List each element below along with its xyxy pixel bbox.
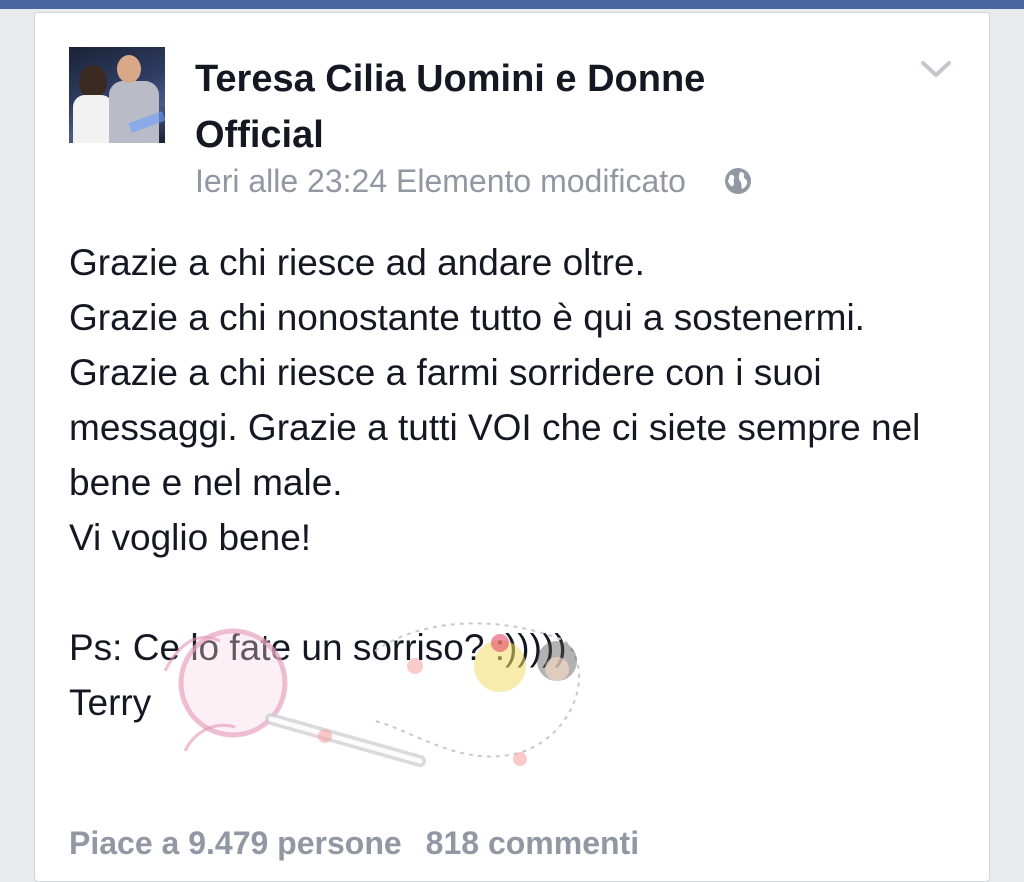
likes-count[interactable]: Piace a 9.479 persone xyxy=(69,825,402,861)
edited-label[interactable]: Elemento modificato xyxy=(396,163,686,199)
post-meta: Ieri alle 23:24 Elemento modificato xyxy=(195,161,753,201)
page-name-link[interactable]: Teresa Cilia Uomini e Donne Official xyxy=(195,51,795,163)
globe-icon xyxy=(724,168,751,194)
post-timestamp[interactable]: Ieri alle 23:24 xyxy=(195,163,387,199)
post-body-text: Grazie a chi riesce ad andare oltre. Gra… xyxy=(69,242,921,723)
avatar-person-2-head xyxy=(117,55,141,83)
post-footer: Piace a 9.479 persone 818 commenti xyxy=(69,821,639,865)
avatar[interactable] xyxy=(69,47,165,143)
avatar-person-1-body xyxy=(73,95,113,143)
chevron-down-icon[interactable] xyxy=(919,57,953,81)
comments-count[interactable]: 818 commenti xyxy=(426,825,639,861)
post-card: Teresa Cilia Uomini e Donne Official Ier… xyxy=(34,12,990,882)
avatar-person-2-body xyxy=(109,81,159,143)
app-header-bar xyxy=(0,0,1024,9)
avatar-person-1-head xyxy=(79,65,107,99)
